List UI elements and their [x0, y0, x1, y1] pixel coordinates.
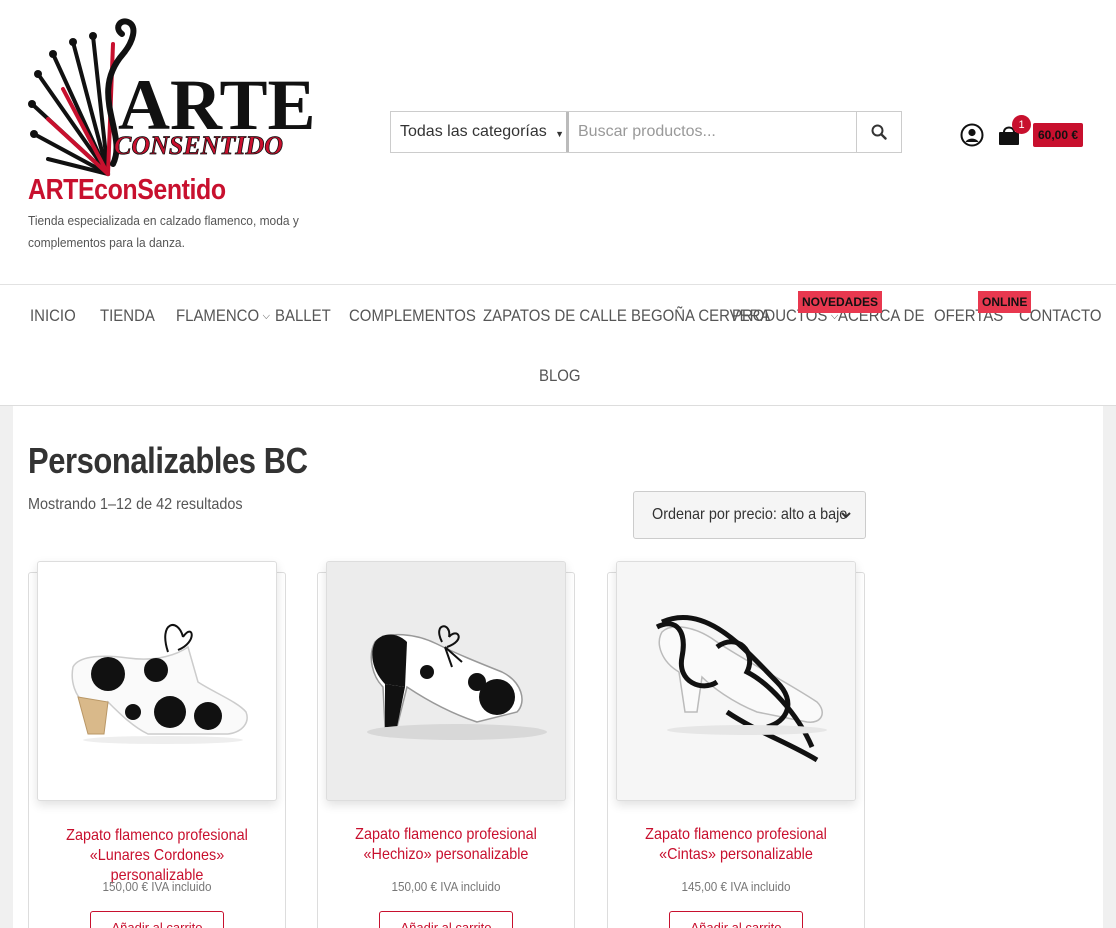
- user-circle-icon[interactable]: [960, 123, 984, 147]
- logo-text-consentido: CONSENTIDO: [114, 131, 283, 160]
- chevron-down-icon: ▼: [555, 129, 564, 139]
- site-logo[interactable]: ARTE CONSENTIDO: [28, 14, 338, 179]
- search-input[interactable]: Buscar productos...: [569, 112, 856, 152]
- cart-total[interactable]: 60,00 €: [1033, 123, 1084, 147]
- cart-count-badge: 1: [1012, 115, 1031, 134]
- site-header: ARTE CONSENTIDO ARTEconSentido Tienda es…: [0, 0, 1116, 285]
- nav-badge-online: ONLINE: [978, 291, 1032, 313]
- page-title: Personalizables BC: [28, 440, 308, 481]
- product-title[interactable]: Zapato flamenco profesional «Cintas» per…: [628, 825, 844, 865]
- search-button[interactable]: [856, 112, 901, 152]
- add-to-cart-button[interactable]: Añadir al carrito: [669, 911, 803, 928]
- nav-item-tienda[interactable]: TIENDA: [100, 306, 155, 326]
- product-price: 150,00 € IVA incluido: [391, 879, 501, 894]
- nav-item-contacto[interactable]: CONTACTO: [1019, 306, 1102, 326]
- product-price: 150,00 € IVA incluido: [102, 879, 212, 894]
- nav-item-complementos[interactable]: COMPLEMENTOS: [349, 306, 476, 326]
- product-price: 145,00 € IVA incluido: [681, 879, 791, 894]
- search-category-select[interactable]: Todas las categorías ▼: [391, 112, 569, 152]
- search-icon: [871, 124, 887, 140]
- product-search-form: Todas las categorías ▼ Buscar productos.…: [390, 111, 902, 153]
- product-title[interactable]: Zapato flamenco profesional «Lunares Cor…: [49, 826, 265, 886]
- site-title[interactable]: ARTEconSentido: [28, 174, 226, 207]
- nav-item-flamenco[interactable]: FLAMENCO ⌵: [176, 306, 270, 326]
- main-navigation: INICIO TIENDA FLAMENCO ⌵ BALLET COMPLEMEN…: [0, 285, 1116, 406]
- product-image[interactable]: [37, 561, 277, 801]
- add-to-cart-button[interactable]: Añadir al carrito: [90, 911, 224, 928]
- result-count: Mostrando 1–12 de 42 resultados: [28, 496, 243, 513]
- nav-item-blog[interactable]: BLOG: [539, 366, 581, 386]
- chevron-down-icon: [841, 512, 851, 519]
- product-image[interactable]: [326, 561, 566, 801]
- nav-item-inicio[interactable]: INICIO: [30, 306, 76, 326]
- search-category-label: Todas las categorías: [400, 123, 547, 140]
- sort-select[interactable]: Ordenar por precio: alto a bajo: [633, 491, 866, 539]
- add-to-cart-button[interactable]: Añadir al carrito: [379, 911, 513, 928]
- site-description: Tienda especializada en calzado flamenco…: [28, 213, 299, 250]
- logo-peacock-mark: [30, 34, 115, 176]
- nav-badge-novedades: NOVEDADES: [798, 291, 883, 313]
- page: ARTE CONSENTIDO ARTEconSentido Tienda es…: [0, 0, 1116, 928]
- product-image[interactable]: [616, 561, 856, 801]
- product-title[interactable]: Zapato flamenco profesional «Hechizo» pe…: [338, 825, 554, 865]
- sort-label: Ordenar por precio: alto a bajo: [652, 506, 848, 523]
- nav-item-ballet[interactable]: BALLET: [275, 306, 331, 326]
- nav-item-zapatos-de-calle[interactable]: ZAPATOS DE CALLE BEGOÑA CERVERA: [483, 306, 770, 326]
- chevron-down-icon: ⌵: [262, 310, 270, 322]
